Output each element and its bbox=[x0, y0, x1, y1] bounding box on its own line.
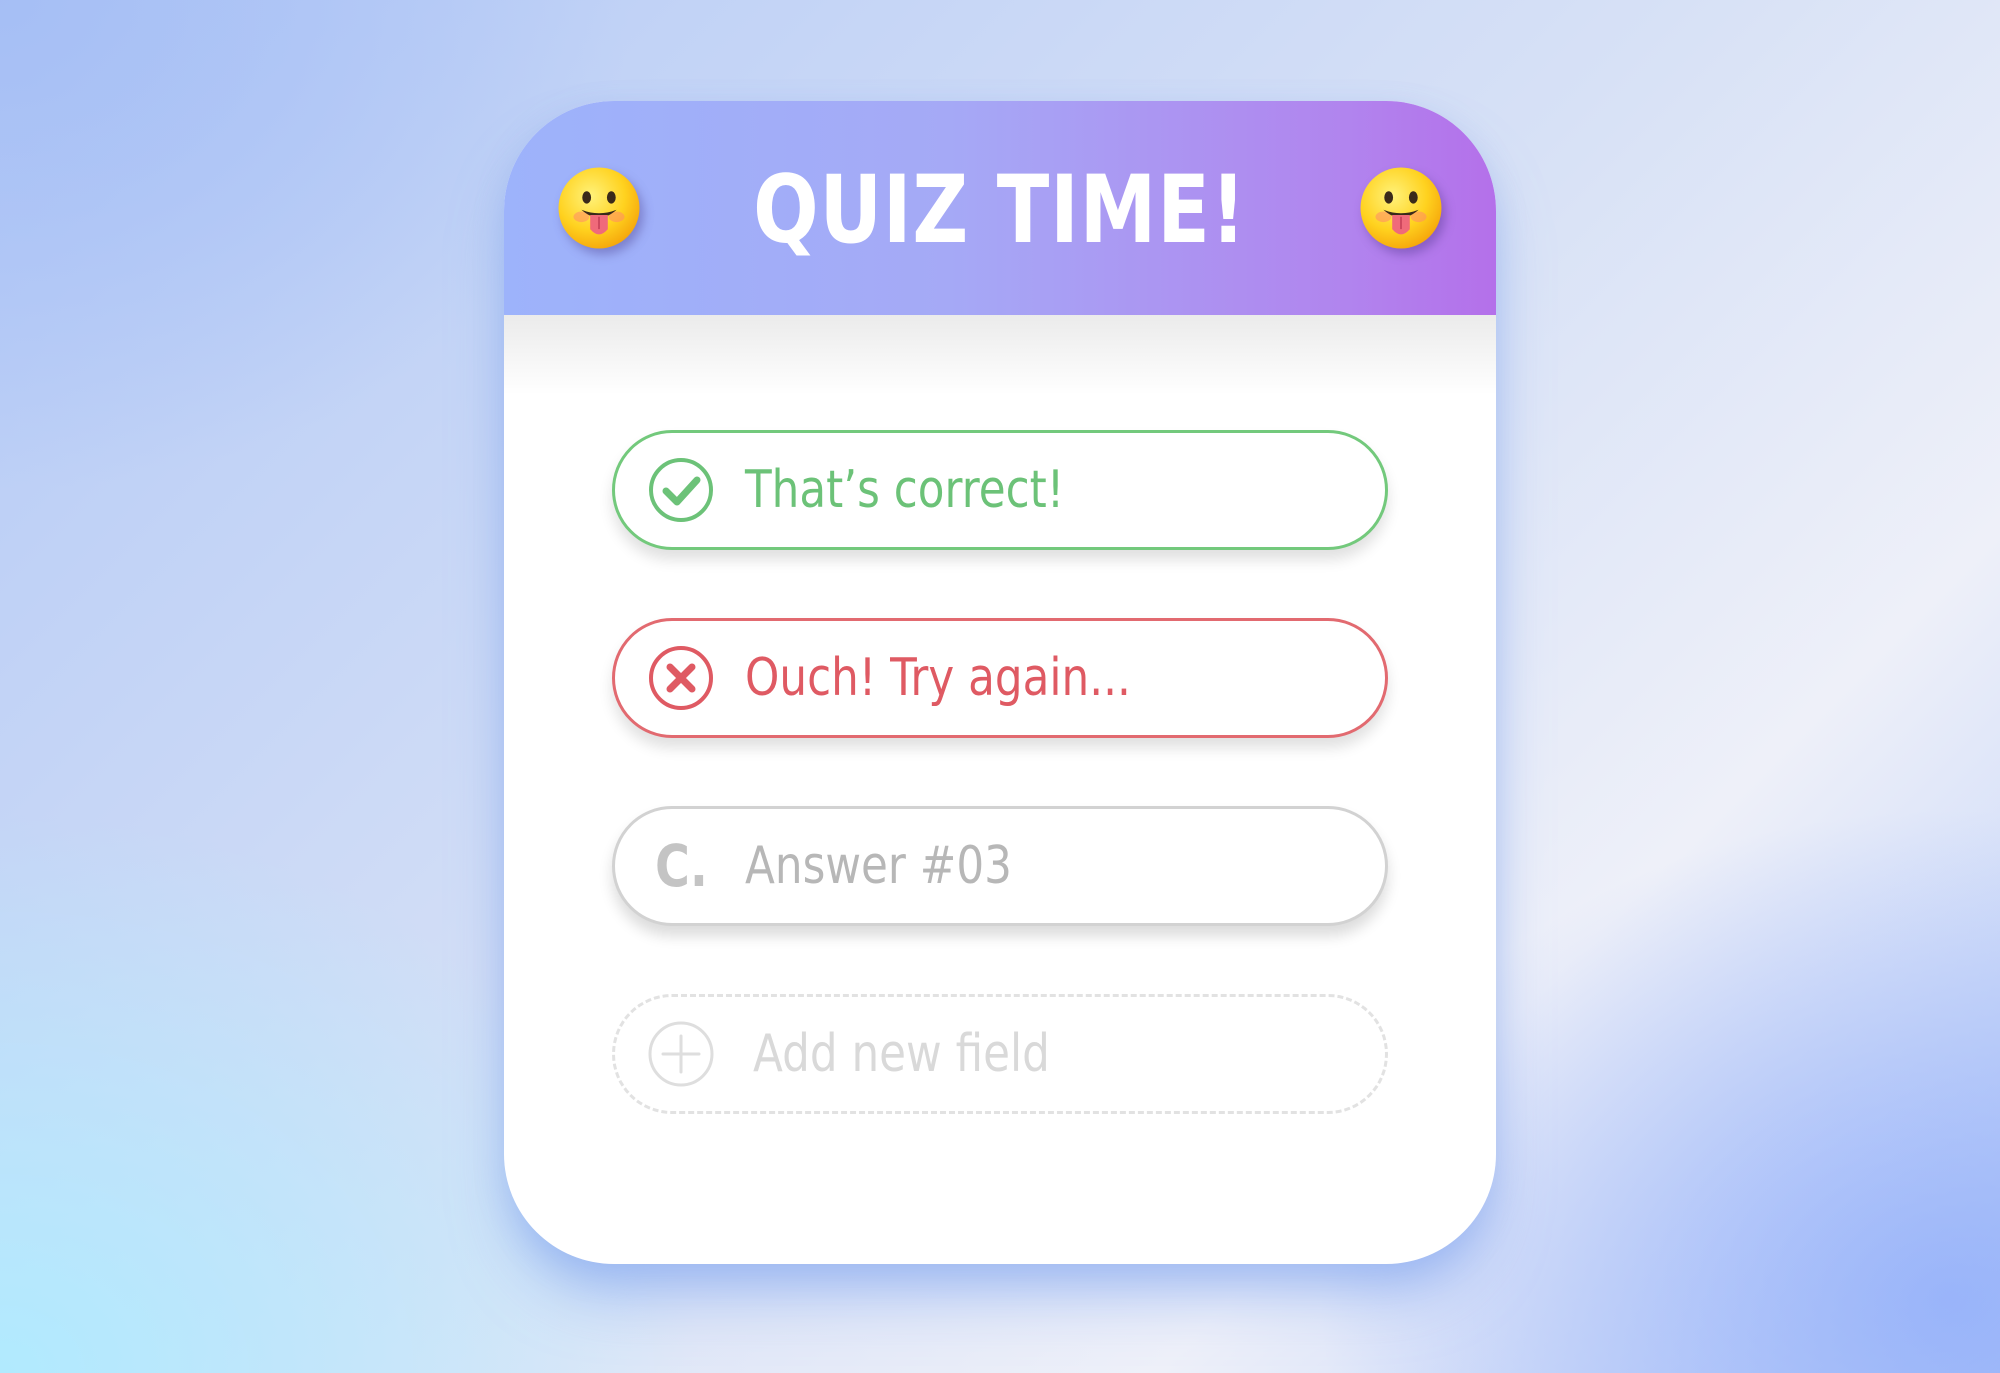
tongue-out-emoji-icon bbox=[1360, 167, 1442, 249]
add-new-field-label: Add new field bbox=[753, 1024, 1050, 1084]
answer-text: That’s correct! bbox=[745, 460, 1065, 520]
answer-text: Ouch! Try again... bbox=[745, 648, 1131, 708]
tongue-out-emoji-icon bbox=[558, 167, 640, 249]
answer-text: Answer #03 bbox=[745, 836, 1012, 896]
answer-letter: C. bbox=[655, 832, 708, 900]
answer-option-c[interactable]: C. Answer #03 bbox=[612, 806, 1388, 926]
add-new-field-button[interactable]: Add new field bbox=[612, 994, 1388, 1114]
check-circle-icon bbox=[649, 458, 713, 522]
quiz-title: QUIZ TIME! bbox=[753, 156, 1247, 265]
header-shadow bbox=[504, 315, 1496, 395]
header-title-row: QUIZ TIME! bbox=[504, 101, 1496, 315]
answer-option-wrong[interactable]: Ouch! Try again... bbox=[612, 618, 1388, 738]
plus-circle-icon bbox=[648, 1021, 714, 1087]
answer-option-correct[interactable]: That’s correct! bbox=[612, 430, 1388, 550]
x-circle-icon bbox=[649, 646, 713, 710]
